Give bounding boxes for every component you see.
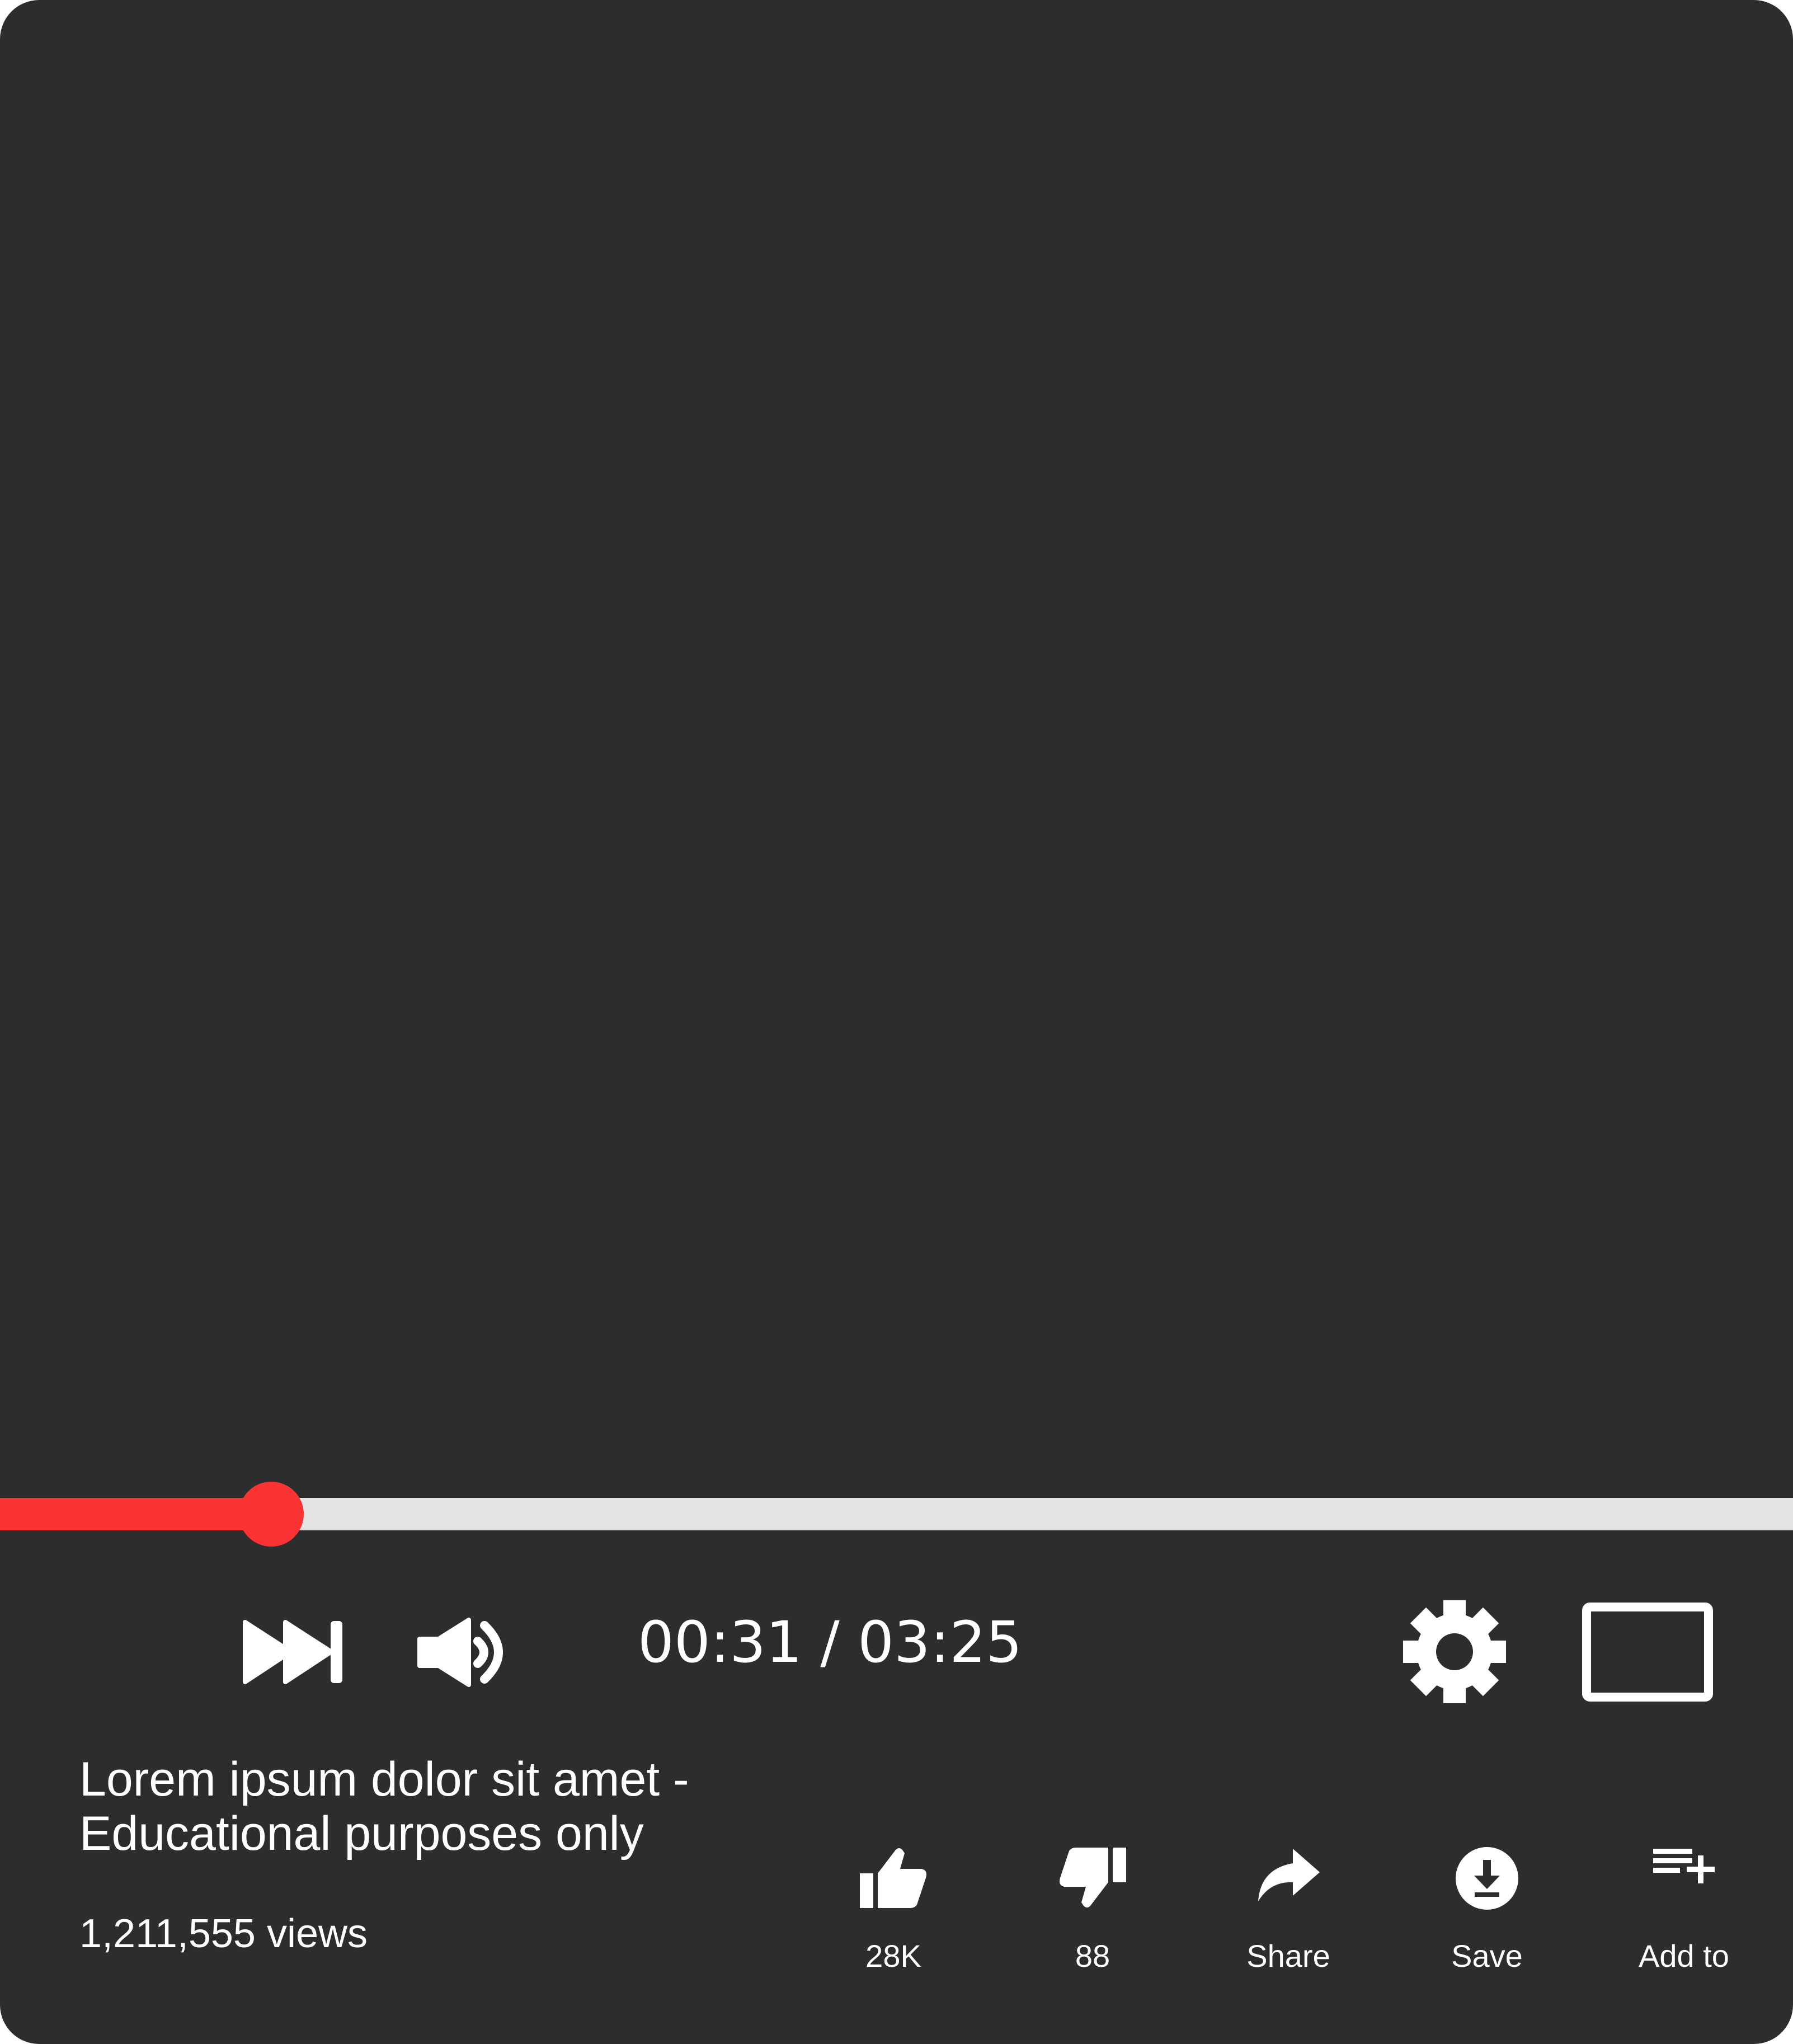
progress-scrubber-handle[interactable] (239, 1482, 304, 1547)
video-title: Lorem ipsum dolor sit amet - Educational… (79, 1752, 807, 1861)
save-button[interactable]: Save (1414, 1846, 1560, 1986)
like-count: 28K (865, 1938, 921, 1973)
like-button[interactable]: 28K (821, 1846, 966, 1986)
video-title-line-1: Lorem ipsum dolor sit amet - (79, 1752, 689, 1806)
share-arrow-icon (1255, 1846, 1322, 1902)
view-count: 1,211,555 views (79, 1911, 368, 1956)
volume-button[interactable] (415, 1617, 513, 1688)
thumbs-down-icon (1058, 1846, 1127, 1909)
video-viewport[interactable] (0, 0, 1793, 1497)
volume-icon (415, 1617, 513, 1688)
theater-mode-icon (1582, 1603, 1713, 1702)
add-to-label: Add to (1639, 1938, 1729, 1973)
save-label: Save (1451, 1938, 1523, 1973)
add-to-button[interactable]: Add to (1611, 1846, 1757, 1986)
skip-next-button[interactable] (242, 1620, 345, 1684)
settings-button[interactable] (1403, 1600, 1506, 1703)
share-button[interactable]: Share (1216, 1846, 1361, 1986)
playlist-add-icon (1652, 1846, 1716, 1895)
gear-icon (1403, 1600, 1506, 1703)
video-title-line-2: Educational purposes only (79, 1807, 644, 1860)
thumbs-up-icon (859, 1846, 928, 1909)
dislike-count: 88 (1075, 1938, 1110, 1973)
dislike-button[interactable]: 88 (1020, 1846, 1165, 1986)
progress-bar[interactable] (0, 1482, 1793, 1547)
time-display: 00:31 / 03:25 (638, 1609, 1023, 1676)
download-icon (1455, 1846, 1519, 1910)
progress-played (0, 1498, 271, 1530)
video-player: 00:31 / 03:25 Lorem ipsum dolor sit amet… (0, 0, 1793, 2044)
share-label: Share (1246, 1938, 1330, 1973)
skip-next-icon (242, 1620, 345, 1684)
theater-mode-button[interactable] (1582, 1603, 1713, 1702)
